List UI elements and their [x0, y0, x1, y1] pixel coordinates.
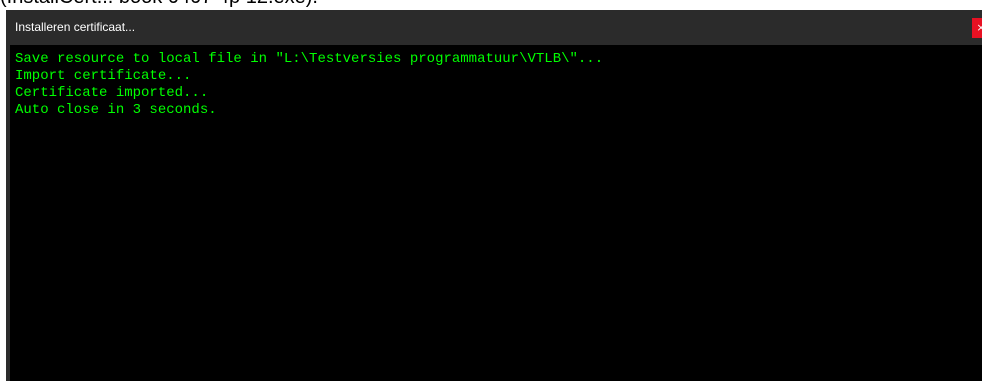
close-icon: ×	[976, 21, 982, 34]
window-title: Installeren certificaat...	[15, 20, 136, 34]
caption-text: (InstallCert... book 0407 4p 12.exe).	[0, 0, 318, 8]
console-line: Auto close in 3 seconds.	[15, 102, 217, 118]
console-line: Import certificate...	[15, 68, 192, 84]
close-button[interactable]: ×	[972, 18, 982, 38]
console-window: Installeren certificaat... × Save resour…	[6, 10, 982, 381]
console-output[interactable]: Save resource to local file in "L:\Testv…	[10, 45, 982, 381]
console-line: Certificate imported...	[15, 85, 209, 101]
console-line: Save resource to local file in "L:\Testv…	[15, 51, 604, 67]
screenshot: (InstallCert... book 0407 4p 12.exe). In…	[0, 0, 982, 381]
title-bar[interactable]: Installeren certificaat... ×	[6, 10, 982, 44]
